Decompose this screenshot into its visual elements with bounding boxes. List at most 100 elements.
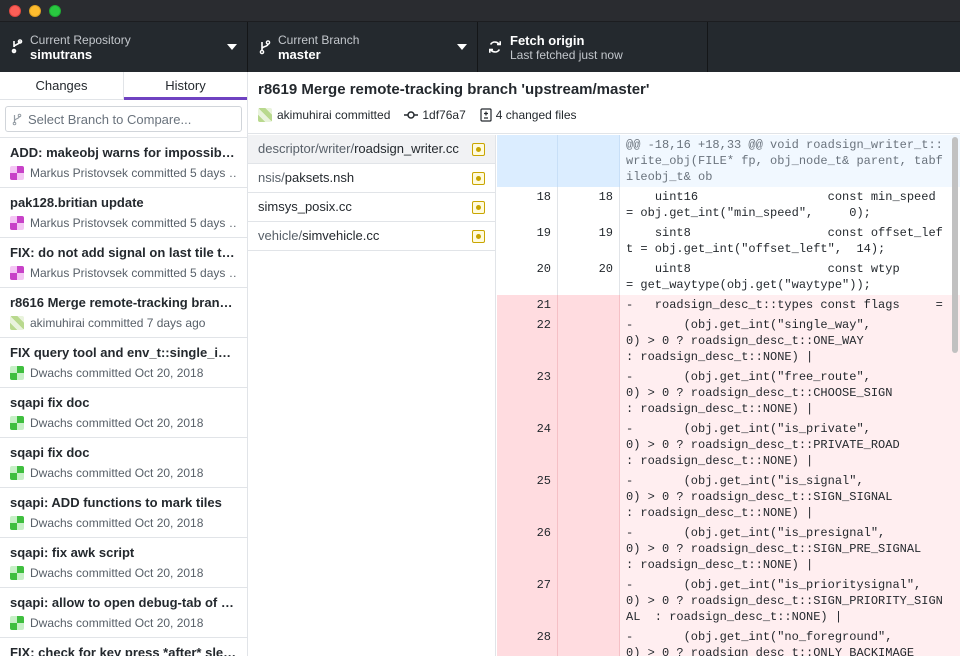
- commit-title: sqapi: ADD functions to mark tiles: [10, 495, 222, 510]
- diff-line[interactable]: 23 - (obj.get_int("free_route", 0) > 0 ? …: [497, 367, 960, 419]
- commit-title: sqapi fix doc: [10, 445, 90, 460]
- list-item[interactable]: sqapi fix doc Dwachs committed Oct 20, 20…: [0, 388, 247, 438]
- commit-title: sqapi: allow to open debug-tab of sc…: [10, 595, 237, 610]
- repo-name: simutrans: [30, 47, 93, 62]
- diff-line[interactable]: 26 - (obj.get_int("is_presignal", 0) > 0 …: [497, 523, 960, 575]
- diff-line[interactable]: 19 19 sint8 const offset_left = obj.get_i…: [497, 223, 960, 259]
- chevron-down-icon: [457, 44, 467, 50]
- commit-meta-text: Dwachs committed Oct 20, 2018: [30, 466, 204, 480]
- diff-code: - (obj.get_int("is_signal", 0) > 0 ? roa…: [620, 471, 960, 523]
- diff-code: @@ -18,16 +18,33 @@ void roadsign_writer…: [620, 135, 960, 187]
- avatar: [258, 108, 272, 122]
- close-window-button[interactable]: [9, 5, 21, 17]
- commit-meta-text: Dwachs committed Oct 20, 2018: [30, 566, 204, 580]
- list-item[interactable]: FIX: do not add signal on last tile to ……: [0, 238, 247, 288]
- diff-line[interactable]: 18 18 uint16 const min_speed = obj.get_in…: [497, 187, 960, 223]
- branch-icon: [12, 113, 22, 126]
- list-item[interactable]: sqapi: fix awk script Dwachs committed Oc…: [0, 538, 247, 588]
- list-item[interactable]: sqapi: ADD functions to mark tiles Dwachs…: [0, 488, 247, 538]
- file-directory: vehicle/: [258, 228, 303, 243]
- changed-file-item[interactable]: vehicle/simvehicle.cc: [248, 222, 495, 251]
- new-line-number: 18: [558, 187, 620, 223]
- list-item[interactable]: sqapi: allow to open debug-tab of sc… Dwa…: [0, 588, 247, 638]
- list-item[interactable]: FIX: check for key press *after* slee…: [0, 638, 247, 656]
- diff-code: sint8 const offset_left = obj.get_int("o…: [620, 223, 960, 259]
- current-branch-button[interactable]: Current Branch master: [248, 22, 478, 72]
- compare-branch-input[interactable]: [28, 107, 238, 131]
- old-line-number: 28: [497, 627, 558, 656]
- old-line-number: 18: [497, 187, 558, 223]
- new-line-number: [558, 627, 620, 656]
- diff-line[interactable]: 27 - (obj.get_int("is_prioritysignal", 0)…: [497, 575, 960, 627]
- commit-author: akimuhirai committed: [277, 108, 391, 122]
- diff-code: - (obj.get_int("no_foreground", 0) > 0 ?…: [620, 627, 960, 656]
- diff-line[interactable]: 25 - (obj.get_int("is_signal", 0) > 0 ? r…: [497, 471, 960, 523]
- tab-history[interactable]: History: [123, 72, 247, 100]
- file-modified-icon: [472, 201, 485, 214]
- diff-line[interactable]: 21 - roadsign_desc_t::types const flags =: [497, 295, 960, 315]
- diff-line[interactable]: 22 - (obj.get_int("single_way", 0) > 0 ? …: [497, 315, 960, 367]
- commit-summary-header: r8619 Merge remote-tracking branch 'upst…: [248, 72, 960, 134]
- tab-changes[interactable]: Changes: [0, 72, 123, 99]
- avatar: [10, 316, 24, 330]
- diff-code: uint8 const wtyp = get_waytype(obj.get("…: [620, 259, 960, 295]
- current-repository-button[interactable]: Current Repository simutrans: [0, 22, 248, 72]
- repo-label: Current Repository: [30, 33, 131, 47]
- commit-meta: Dwachs committed Oct 20, 2018: [10, 566, 237, 580]
- diff-line[interactable]: 24 - (obj.get_int("is_private", 0) > 0 ? …: [497, 419, 960, 471]
- list-item[interactable]: FIX query tool and env_t::single_info… Dw…: [0, 338, 247, 388]
- commit-meta-text: Markus Pristovsek committed 5 days …: [30, 216, 237, 230]
- diff-code: - (obj.get_int("free_route", 0) > 0 ? ro…: [620, 367, 960, 419]
- diff-line[interactable]: @@ -18,16 +18,33 @@ void roadsign_writer…: [497, 135, 960, 187]
- commit-meta-text: akimuhirai committed 7 days ago: [30, 316, 206, 330]
- commit-title: FIX query tool and env_t::single_info…: [10, 345, 237, 360]
- changed-file-item[interactable]: nsis/paksets.nsh: [248, 164, 495, 193]
- avatar: [10, 416, 24, 430]
- changed-file-item[interactable]: simsys_posix.cc: [248, 193, 495, 222]
- changed-file-item[interactable]: descriptor/writer/roadsign_writer.cc: [248, 135, 495, 164]
- minimize-window-button[interactable]: [29, 5, 41, 17]
- diff-code: - (obj.get_int("is_prioritysignal", 0) >…: [620, 575, 960, 627]
- fetch-origin-button[interactable]: Fetch origin Last fetched just now: [478, 22, 708, 72]
- list-item[interactable]: r8616 Merge remote-tracking branc… akimuh…: [0, 288, 247, 338]
- changed-files-list: descriptor/writer/roadsign_writer.cc nsis…: [248, 135, 496, 656]
- commit-meta-text: Dwachs committed Oct 20, 2018: [30, 516, 204, 530]
- diff-view: @@ -18,16 +18,33 @@ void roadsign_writer…: [497, 135, 960, 656]
- commit-title: sqapi: fix awk script: [10, 545, 135, 560]
- old-line-number: 24: [497, 419, 558, 471]
- commit-meta-text: Markus Pristovsek committed 5 days …: [30, 266, 237, 280]
- file-name: roadsign_writer.cc: [354, 141, 459, 156]
- old-line-number: 27: [497, 575, 558, 627]
- list-item[interactable]: pak128.britian update Markus Pristovsek c…: [0, 188, 247, 238]
- commit-meta: Markus Pristovsek committed 5 days …: [10, 216, 237, 230]
- commit-title: ADD: makeobj warns for impossible …: [10, 145, 237, 160]
- list-item[interactable]: ADD: makeobj warns for impossible … Marku…: [0, 138, 247, 188]
- sidebar-tabs: Changes History: [0, 72, 247, 100]
- commit-meta: Dwachs committed Oct 20, 2018: [10, 616, 237, 630]
- old-line-number: 23: [497, 367, 558, 419]
- zoom-window-button[interactable]: [49, 5, 61, 17]
- file-directory: descriptor/writer/: [258, 141, 355, 156]
- list-item[interactable]: sqapi fix doc Dwachs committed Oct 20, 20…: [0, 438, 247, 488]
- commit-sha[interactable]: 1df76a7: [422, 108, 465, 122]
- avatar: [10, 366, 24, 380]
- diff-line[interactable]: 28 - (obj.get_int("no_foreground", 0) > 0…: [497, 627, 960, 656]
- avatar: [10, 166, 24, 180]
- file-modified-icon: [472, 172, 485, 185]
- new-line-number: [558, 135, 620, 187]
- file-name: simvehicle.cc: [302, 228, 380, 243]
- sync-icon: [489, 41, 501, 53]
- new-line-number: [558, 471, 620, 523]
- commit-title: sqapi fix doc: [10, 395, 90, 410]
- commit-meta-text: Dwachs committed Oct 20, 2018: [30, 616, 204, 630]
- branch-label: Current Branch: [278, 33, 360, 47]
- compare-branch-area: [0, 100, 247, 138]
- diff-line[interactable]: 20 20 uint8 const wtyp = get_waytype(obj.…: [497, 259, 960, 295]
- commit-meta: Markus Pristovsek committed 5 days …: [10, 166, 237, 180]
- sidebar: Changes History ADD: makeobj warns for i…: [0, 72, 248, 656]
- commit-title: FIX: do not add signal on last tile to …: [10, 245, 237, 260]
- diff-scrollbar[interactable]: [952, 137, 958, 353]
- compare-branch-field[interactable]: [5, 106, 242, 132]
- file-modified-icon: [472, 230, 485, 243]
- last-fetched-text: Last fetched just now: [510, 48, 623, 62]
